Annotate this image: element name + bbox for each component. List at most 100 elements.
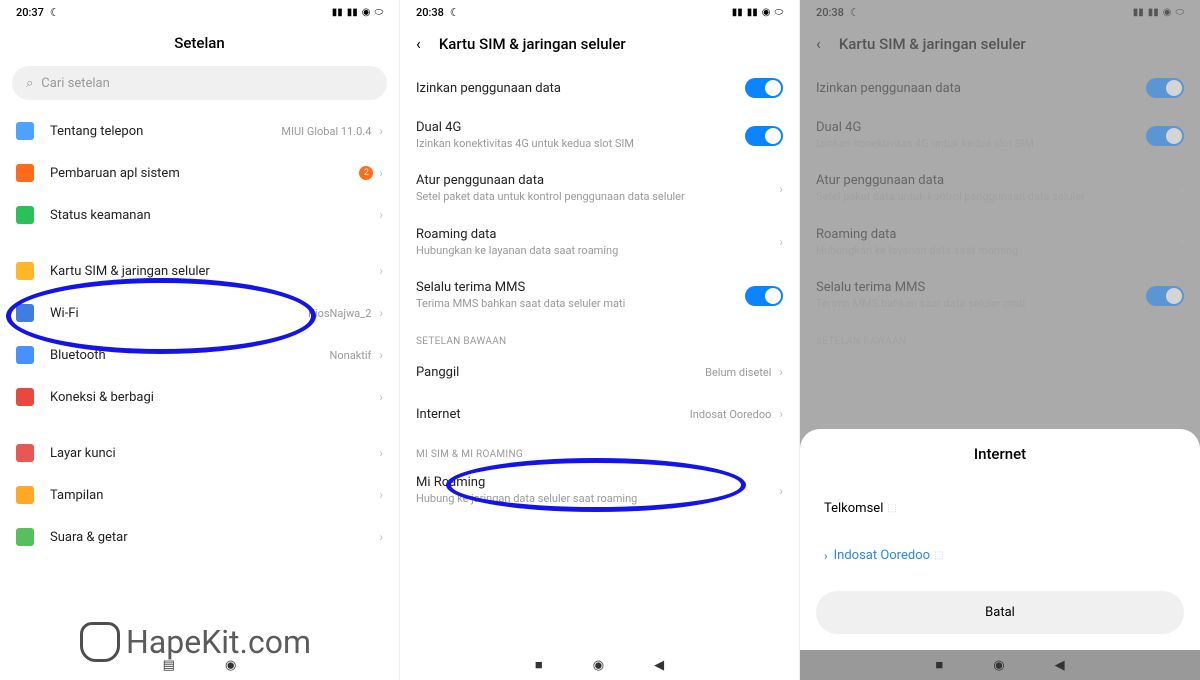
search-icon: ⌕ xyxy=(26,76,33,91)
row-wifi[interactable]: Wi-Fi KiosNajwa_2 › xyxy=(0,292,399,334)
dnd-icon: ☾ xyxy=(450,6,460,19)
android-nav-bar: ■ ◉ ◀ xyxy=(400,650,799,680)
display-icon xyxy=(16,486,34,504)
row-roaming-data[interactable]: Roaming data Hubungkan ke layanan data s… xyxy=(400,216,799,269)
toggle-switch xyxy=(1146,78,1184,98)
signal-icon-2: ▮▮ xyxy=(347,7,358,18)
lock-icon xyxy=(16,444,34,462)
battery-icon: ⬭ xyxy=(1175,7,1184,18)
row-label: Panggil xyxy=(416,365,705,380)
chevron-right-icon: › xyxy=(379,264,383,278)
chevron-right-icon: › xyxy=(779,484,783,498)
toggle-switch xyxy=(1146,286,1184,306)
dnd-icon: ☾ xyxy=(50,6,60,19)
row-label: Internet xyxy=(416,407,690,422)
chevron-right-icon: › xyxy=(779,407,783,421)
chevron-right-icon: › xyxy=(379,124,383,138)
screenshot-1-settings: 20:37 ☾ ▮▮ ▮▮ ◉ ⬭ Setelan ⌕ Cari setelan… xyxy=(0,0,400,680)
row-label: Suara & getar xyxy=(50,530,379,545)
sheet-option-indosat[interactable]: › Indosat Ooredoo ⬚ xyxy=(816,532,1184,579)
android-nav-bar: ■ ◉ ◀ xyxy=(800,650,1200,680)
row-label: Roaming data xyxy=(816,227,1180,242)
row-label: Selalu terima MMS xyxy=(816,280,1146,295)
row-subtitle: Hubungkan ke layanan data saat roaming xyxy=(416,244,779,258)
signal-icon: ▮▮ xyxy=(732,7,743,18)
nav-home-icon[interactable]: ◉ xyxy=(993,658,1004,673)
row-about-phone[interactable]: Tentang telepon MIUI Global 11.0.4 › xyxy=(0,110,399,152)
nav-back-icon[interactable]: ◀ xyxy=(654,658,664,673)
row-value: Indosat Ooredoo xyxy=(690,408,772,421)
shield-icon xyxy=(16,206,34,224)
row-subtitle: Setel paket data untuk kontrol penggunaa… xyxy=(816,190,1180,204)
row-sim-network[interactable]: Kartu SIM & jaringan seluler › xyxy=(0,250,399,292)
section-default-settings: SETELAN BAWAAN xyxy=(400,322,799,351)
screenshot-2-sim-settings: 20:38 ☾ ▮▮ ▮▮ ◉ ⬭ ‹ Kartu SIM & jaringan… xyxy=(400,0,800,680)
page-title: Kartu SIM & jaringan seluler xyxy=(439,35,626,53)
nav-recents-icon[interactable]: ▤ xyxy=(163,658,175,673)
nav-home-icon[interactable]: ◉ xyxy=(225,658,236,673)
row-sound[interactable]: Suara & getar › xyxy=(0,516,399,558)
toggle-switch xyxy=(1146,126,1184,146)
row-display[interactable]: Tampilan › xyxy=(0,474,399,516)
row-always-mms: Selalu terima MMS Terima MMS bahkan saat… xyxy=(800,269,1200,322)
phone-icon xyxy=(16,122,34,140)
toggle-switch[interactable] xyxy=(745,78,783,98)
chevron-right-icon: › xyxy=(379,488,383,502)
row-default-call[interactable]: Panggil Belum disetel › xyxy=(400,351,799,393)
row-label: Tentang telepon xyxy=(50,124,281,139)
row-lock-screen[interactable]: Layar kunci › xyxy=(0,432,399,474)
search-placeholder: Cari setelan xyxy=(41,76,110,91)
selected-indicator-icon: › xyxy=(824,549,828,563)
row-dual-4g[interactable]: Dual 4G Izinkan konektivitas 4G untuk ke… xyxy=(400,109,799,162)
nav-recents-icon[interactable]: ■ xyxy=(535,657,543,673)
row-default-internet[interactable]: Internet Indosat Ooredoo › xyxy=(400,393,799,435)
back-button[interactable]: ‹ xyxy=(416,34,421,53)
row-label: Roaming data xyxy=(416,227,779,242)
toggle-switch[interactable] xyxy=(745,126,783,146)
bottom-sheet-internet: Internet Telkomsel ⬚ › Indosat Ooredoo ⬚… xyxy=(800,429,1200,650)
chevron-right-icon: › xyxy=(379,530,383,544)
settings-list: Tentang telepon MIUI Global 11.0.4 › Pem… xyxy=(0,110,399,650)
status-bar: 20:38 ☾ ▮▮ ▮▮ ◉ ⬭ xyxy=(800,0,1200,24)
row-always-mms[interactable]: Selalu terima MMS Terima MMS bahkan saat… xyxy=(400,269,799,322)
row-value: MIUI Global 11.0.4 xyxy=(281,125,371,138)
status-time: 20:38 xyxy=(416,6,444,19)
row-mi-roaming[interactable]: Mi Roaming Hubung ke jaringan data selul… xyxy=(400,464,799,517)
option-label: Indosat Ooredoo xyxy=(834,548,930,563)
wifi-icon: ◉ xyxy=(762,7,771,18)
wifi-icon: ◉ xyxy=(1163,7,1172,18)
row-label: Mi Roaming xyxy=(416,475,779,490)
row-data-usage[interactable]: Atur penggunaan data Setel paket data un… xyxy=(400,162,799,215)
share-icon xyxy=(16,388,34,406)
row-connection-sharing[interactable]: Koneksi & berbagi › xyxy=(0,376,399,418)
status-bar: 20:37 ☾ ▮▮ ▮▮ ◉ ⬭ xyxy=(0,0,399,24)
back-button[interactable]: ‹ xyxy=(816,34,821,53)
search-input[interactable]: ⌕ Cari setelan xyxy=(12,66,387,100)
option-label: Telkomsel xyxy=(824,501,883,516)
row-system-updates[interactable]: Pembaruan apl sistem 2 › xyxy=(0,152,399,194)
signal-icon: ▮▮ xyxy=(1133,7,1144,18)
signal-icon-2: ▮▮ xyxy=(747,7,758,18)
section-default-settings: SETELAN BAWAAN xyxy=(800,322,1200,351)
nav-home-icon[interactable]: ◉ xyxy=(593,658,604,673)
sheet-option-telkomsel[interactable]: Telkomsel ⬚ xyxy=(816,485,1184,532)
row-allow-data[interactable]: Izinkan penggunaan data xyxy=(400,67,799,109)
update-icon xyxy=(16,164,34,182)
cancel-button[interactable]: Batal xyxy=(816,591,1184,634)
row-value: Belum disetel xyxy=(705,366,771,379)
dnd-icon: ☾ xyxy=(850,6,860,19)
nav-back-icon[interactable]: ◀ xyxy=(1055,658,1065,673)
row-label: Selalu terima MMS xyxy=(416,280,745,295)
row-subtitle: Terima MMS bahkan saat data seluler mati xyxy=(816,297,1146,311)
row-bluetooth[interactable]: Bluetooth Nonaktif › xyxy=(0,334,399,376)
row-security-status[interactable]: Status keamanan › xyxy=(0,194,399,236)
status-time: 20:38 xyxy=(816,6,844,19)
battery-icon: ⬭ xyxy=(774,7,783,18)
sim-icon xyxy=(16,262,34,280)
row-value: KiosNajwa_2 xyxy=(308,307,371,320)
row-value: Nonaktif xyxy=(330,349,372,362)
chevron-right-icon: › xyxy=(379,446,383,460)
page-header: ‹ Kartu SIM & jaringan seluler xyxy=(800,24,1200,67)
nav-recents-icon[interactable]: ■ xyxy=(935,657,943,673)
toggle-switch[interactable] xyxy=(745,286,783,306)
